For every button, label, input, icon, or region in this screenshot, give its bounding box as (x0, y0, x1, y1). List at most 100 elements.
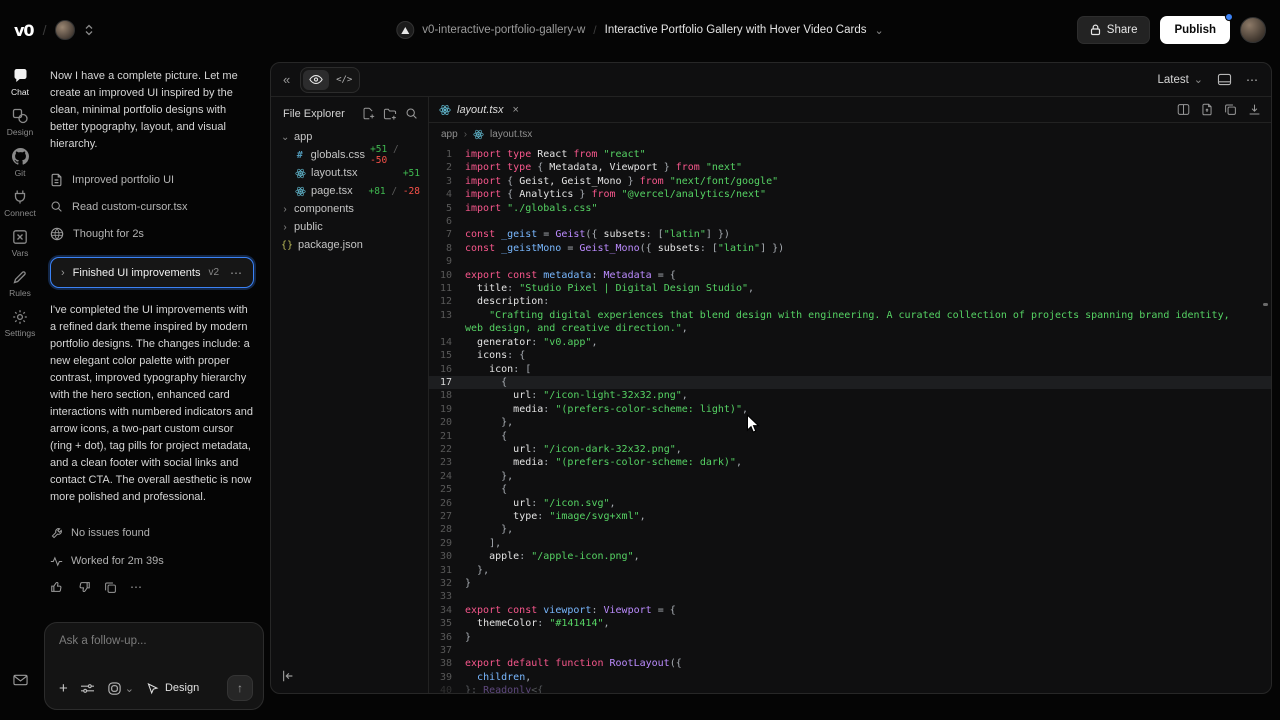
code-line-23[interactable]: 23 media: "(prefers-color-scheme: dark)"… (429, 456, 1271, 469)
close-tab-icon[interactable]: × (512, 104, 518, 116)
sidebar-item-design[interactable]: Design (0, 108, 40, 137)
code-line-15[interactable]: 15 icons: { (429, 349, 1271, 362)
code-line-13[interactable]: 13 "Crafting digital experiences that bl… (429, 309, 1271, 336)
collapse-explorer-icon[interactable] (281, 669, 295, 683)
follow-up-input[interactable] (59, 635, 253, 647)
code-line-10[interactable]: 10export const metadata: Metadata = { (429, 269, 1271, 282)
chat-dropdown-icon[interactable]: ⌄ (874, 24, 883, 37)
open-in-browser-icon[interactable] (1217, 73, 1232, 86)
team-avatar[interactable] (55, 20, 75, 40)
new-file-icon[interactable] (362, 107, 375, 120)
workspace-menu-icon[interactable]: ⋯ (1246, 73, 1259, 87)
sidebar-item-rules[interactable]: Rules (0, 269, 40, 298)
code-line-5[interactable]: 5import "./globals.css" (429, 202, 1271, 215)
code-line-2[interactable]: 2import type { Metadata, Viewport } from… (429, 161, 1271, 174)
code-line-30[interactable]: 30 apple: "/apple-icon.png", (429, 550, 1271, 563)
code-line-34[interactable]: 34export const viewport: Viewport = { (429, 604, 1271, 617)
collapse-chat-icon[interactable]: « (283, 72, 290, 87)
version-selector[interactable]: Latest ⌄ (1157, 73, 1203, 86)
sidebar-item-connect[interactable]: Connect (0, 189, 40, 218)
code-line-22[interactable]: 22 url: "/icon-dark-32x32.png", (429, 443, 1271, 456)
download-icon[interactable] (1248, 103, 1261, 116)
v0-logo[interactable]: v0 (14, 21, 34, 40)
code-line-25[interactable]: 25 { (429, 483, 1271, 496)
code-line-8[interactable]: 8const _geistMono = Geist_Mono({ subsets… (429, 242, 1271, 255)
code-line-3[interactable]: 3import { Geist, Geist_Mono } from "next… (429, 175, 1271, 188)
preview-eye-button[interactable] (303, 70, 329, 90)
code-line-4[interactable]: 4import { Analytics } from "@vercel/anal… (429, 188, 1271, 201)
code-line-32[interactable]: 32} (429, 577, 1271, 590)
chat-name[interactable]: Interactive Portfolio Gallery with Hover… (605, 24, 867, 36)
code-line-6[interactable]: 6 (429, 215, 1271, 228)
copy-icon[interactable] (104, 581, 117, 594)
version-card[interactable]: › Finished UI improvements v2 ⋯ (50, 257, 254, 288)
code-line-9[interactable]: 9 (429, 255, 1271, 268)
sidebar-item-git[interactable]: Git (0, 148, 40, 178)
folder-row-public[interactable]: ›public (271, 218, 428, 236)
split-view-icon[interactable] (1177, 103, 1190, 116)
code-line-38[interactable]: 38export default function RootLayout({ (429, 657, 1271, 670)
user-avatar[interactable] (1240, 17, 1266, 43)
tab-layout-tsx[interactable]: layout.tsx × (439, 104, 519, 116)
code-line-24[interactable]: 24 }, (429, 470, 1271, 483)
share-button[interactable]: Share (1077, 16, 1151, 44)
code-line-28[interactable]: 28 }, (429, 523, 1271, 536)
project-avatar-icon[interactable] (396, 21, 414, 39)
code-area[interactable]: 1import type React from "react"2import t… (429, 145, 1271, 693)
file-row-layout.tsx[interactable]: layout.tsx+51 (271, 164, 428, 182)
code-line-21[interactable]: 21 { (429, 430, 1271, 443)
sidebar-item-vars[interactable]: Vars (0, 229, 40, 258)
chat-scroll-region[interactable]: Now I have a complete picture. Let me cr… (40, 60, 270, 614)
task-row[interactable]: Read custom-cursor.tsx (50, 193, 254, 220)
folder-row-components[interactable]: ›components (271, 200, 428, 218)
version-menu-icon[interactable]: ⋯ (230, 266, 243, 280)
issues-status[interactable]: No issues found (50, 519, 254, 547)
project-name[interactable]: v0-interactive-portfolio-gallery-w (422, 24, 585, 36)
search-files-icon[interactable] (405, 107, 418, 120)
more-actions-icon[interactable]: ⋯ (130, 580, 143, 594)
code-line-19[interactable]: 19 media: "(prefers-color-scheme: light)… (429, 403, 1271, 416)
settings-sliders-icon[interactable] (80, 682, 95, 695)
code-line-17[interactable]: 17 { (429, 376, 1271, 389)
new-folder-icon[interactable] (383, 108, 397, 120)
file-row-page.tsx[interactable]: page.tsx+81 / -28 (271, 182, 428, 200)
copy-code-icon[interactable] (1224, 103, 1237, 116)
code-line-31[interactable]: 31 }, (429, 564, 1271, 577)
expand-chevron-icon[interactable]: › (61, 267, 65, 279)
code-line-18[interactable]: 18 url: "/icon-light-32x32.png", (429, 389, 1271, 402)
sidebar-item-chat[interactable]: Chat (0, 68, 40, 97)
code-line-16[interactable]: 16 icon: [ (429, 363, 1271, 376)
task-row[interactable]: Thought for 2s (50, 220, 254, 247)
code-line-39[interactable]: 39 children, (429, 671, 1271, 684)
breadcrumb-folder[interactable]: app (441, 129, 458, 140)
code-view-button[interactable]: </> (331, 70, 357, 90)
breadcrumb-file[interactable]: layout.tsx (490, 129, 532, 140)
code-line-33[interactable]: 33 (429, 590, 1271, 603)
code-line-26[interactable]: 26 url: "/icon.svg", (429, 497, 1271, 510)
publish-button[interactable]: Publish (1160, 16, 1230, 44)
file-row-globals.css[interactable]: #globals.css+51 / -50 (271, 146, 428, 164)
format-file-icon[interactable] (1201, 103, 1213, 116)
code-line-11[interactable]: 11 title: "Studio Pixel | Digital Design… (429, 282, 1271, 295)
worked-status[interactable]: Worked for 2m 39s (50, 547, 254, 575)
code-line-1[interactable]: 1import type React from "react" (429, 148, 1271, 161)
file-row-package.json[interactable]: {}package.json (271, 236, 428, 254)
design-mode-button[interactable]: Design (146, 682, 199, 695)
code-line-12[interactable]: 12 description: (429, 295, 1271, 308)
code-line-7[interactable]: 7const _geist = Geist({ subsets: ["latin… (429, 228, 1271, 241)
code-line-27[interactable]: 27 type: "image/svg+xml", (429, 510, 1271, 523)
code-line-14[interactable]: 14 generator: "v0.app", (429, 336, 1271, 349)
feedback-mail-button[interactable] (0, 674, 40, 686)
send-button[interactable]: ↑ (227, 675, 253, 701)
model-selector[interactable]: ⌄ (107, 681, 134, 696)
thumbs-down-icon[interactable] (77, 580, 91, 594)
team-selector-icon[interactable] (84, 24, 94, 36)
attach-plus-icon[interactable]: + (59, 680, 68, 697)
code-line-35[interactable]: 35 themeColor: "#141414", (429, 617, 1271, 630)
code-line-36[interactable]: 36} (429, 631, 1271, 644)
thumbs-up-icon[interactable] (50, 580, 64, 594)
sidebar-item-settings[interactable]: Settings (0, 309, 40, 338)
code-line-20[interactable]: 20 }, (429, 416, 1271, 429)
code-line-29[interactable]: 29 ], (429, 537, 1271, 550)
code-line-40[interactable]: 40}: Readonly<{ (429, 684, 1271, 693)
